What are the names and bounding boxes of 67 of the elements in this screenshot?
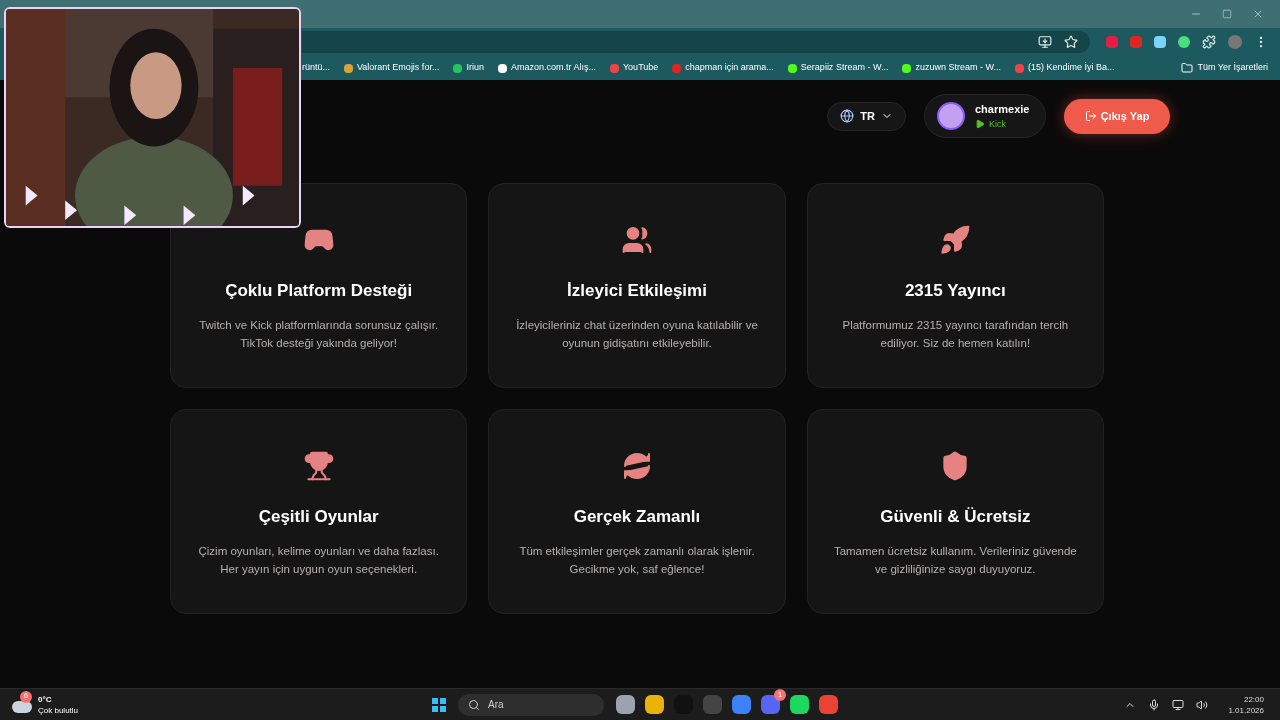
bookmark-icon <box>672 63 682 73</box>
network-icon[interactable] <box>1172 698 1185 711</box>
feature-title: İzleyici Etkileşimi <box>567 280 707 302</box>
feature-icon <box>939 224 972 256</box>
bookmark[interactable]: Valorant Emojis for... <box>344 61 440 75</box>
play-icon <box>975 119 985 130</box>
feature-title: Gerçek Zamanlı <box>573 506 701 528</box>
feature-title: Çoklu Platform Desteği <box>225 280 413 302</box>
feature-description: Çizim oyunları, kelime oyunları ve daha fazlası. Her yayın için uygun oyun seçenekleri. <box>197 543 440 577</box>
bookmark[interactable]: rüntü... <box>302 61 330 75</box>
taskbar-app-icon[interactable] <box>645 695 664 714</box>
all-bookmarks-link[interactable]: Tüm Yer İşaretleri <box>1197 61 1268 75</box>
bookmark[interactable]: Iriun <box>453 61 484 75</box>
taskbar-app-icon[interactable] <box>761 695 780 714</box>
taskbar-app-icon[interactable] <box>790 695 809 714</box>
bookmark-icon <box>787 63 797 73</box>
start-icon[interactable] <box>432 697 446 712</box>
bookmark-star-icon[interactable] <box>1064 35 1078 49</box>
weather-condition: Çok bulutlu <box>38 704 79 716</box>
feature-icon <box>621 224 653 256</box>
bookmark-icon <box>609 63 619 73</box>
feature-description: Platformumuz 2315 yayıncı tarafından tercih ediliyor. Siz de hemen katılın! <box>841 317 1070 351</box>
bookmark[interactable]: chapman için arama... <box>672 61 774 75</box>
folder-icon <box>1181 62 1194 74</box>
microphone-icon[interactable] <box>1148 698 1161 711</box>
feature-description: İzleyicileriniz chat üzerinden oyuna katılabilir ve oyunun gidişatını etkileyebilir. <box>515 317 759 351</box>
extension-icon[interactable] <box>1154 36 1166 48</box>
logout-icon <box>1084 110 1097 122</box>
bookmark[interactable]: (15) Kendime İyi Ba... <box>1014 61 1115 75</box>
bookmark-icon <box>344 63 353 73</box>
bookmark[interactable]: zuzuwn Stream - W... <box>902 61 1001 75</box>
bookmark-icon <box>1014 63 1024 73</box>
avatar <box>937 102 965 130</box>
search-icon <box>468 698 480 711</box>
clock-date[interactable]: 1.01.2026 <box>1228 704 1264 716</box>
taskbar-app-icon[interactable] <box>732 695 751 714</box>
temperature: 0°C <box>38 693 53 705</box>
globe-icon <box>840 109 855 123</box>
feature-description: Tüm etkileşimler gerçek zamanlı olarak işlenir. Gecikme yok, saf eğlence! <box>518 543 756 577</box>
clock-time[interactable]: 22:00 <box>1243 693 1264 705</box>
feature-title: Çeşitli Oyunlar <box>258 506 379 528</box>
feature-title: Güvenli & Ücretsiz <box>880 506 1031 528</box>
extension-icon[interactable] <box>1178 36 1190 48</box>
user-card[interactable]: charmexie Kick <box>924 94 1046 138</box>
feature-description: Tamamen ücretsiz kullanım. Verileriniz güvende ve gizliliğinize saygı duyuyoruz. <box>832 543 1078 577</box>
close-icon[interactable] <box>1252 8 1264 20</box>
taskbar-app-icon[interactable] <box>616 695 635 714</box>
feature-icon <box>302 450 335 482</box>
platform-label: Kick <box>975 117 1030 131</box>
username: charmexie <box>975 102 1030 117</box>
bookmark-icon <box>497 63 507 73</box>
language-selector[interactable]: TR <box>827 101 906 131</box>
taskbar-app-icon[interactable] <box>819 695 838 714</box>
volume-icon[interactable] <box>1196 698 1209 711</box>
feature-icon <box>621 450 653 482</box>
bookmark[interactable]: Amazon.com.tr Alış... <box>497 61 596 75</box>
bookmark-icon <box>453 63 463 73</box>
notification-badge: 1 <box>774 689 786 701</box>
bookmark[interactable]: YouTube <box>609 61 659 75</box>
search-field[interactable]: Ara <box>458 693 604 716</box>
bookmark[interactable]: Serapiiz Stream - W... <box>787 61 889 75</box>
feature-description: Twitch ve Kick platformlarında sorunsuz çalışır. TikTok desteği yakında geliyor! <box>198 317 440 351</box>
weather-icon <box>12 700 32 713</box>
bookmark-icon <box>902 63 912 73</box>
extensions-icon[interactable] <box>1202 35 1216 49</box>
feature-title: 2315 Yayıncı <box>904 280 1006 302</box>
install-icon[interactable] <box>1038 35 1052 49</box>
